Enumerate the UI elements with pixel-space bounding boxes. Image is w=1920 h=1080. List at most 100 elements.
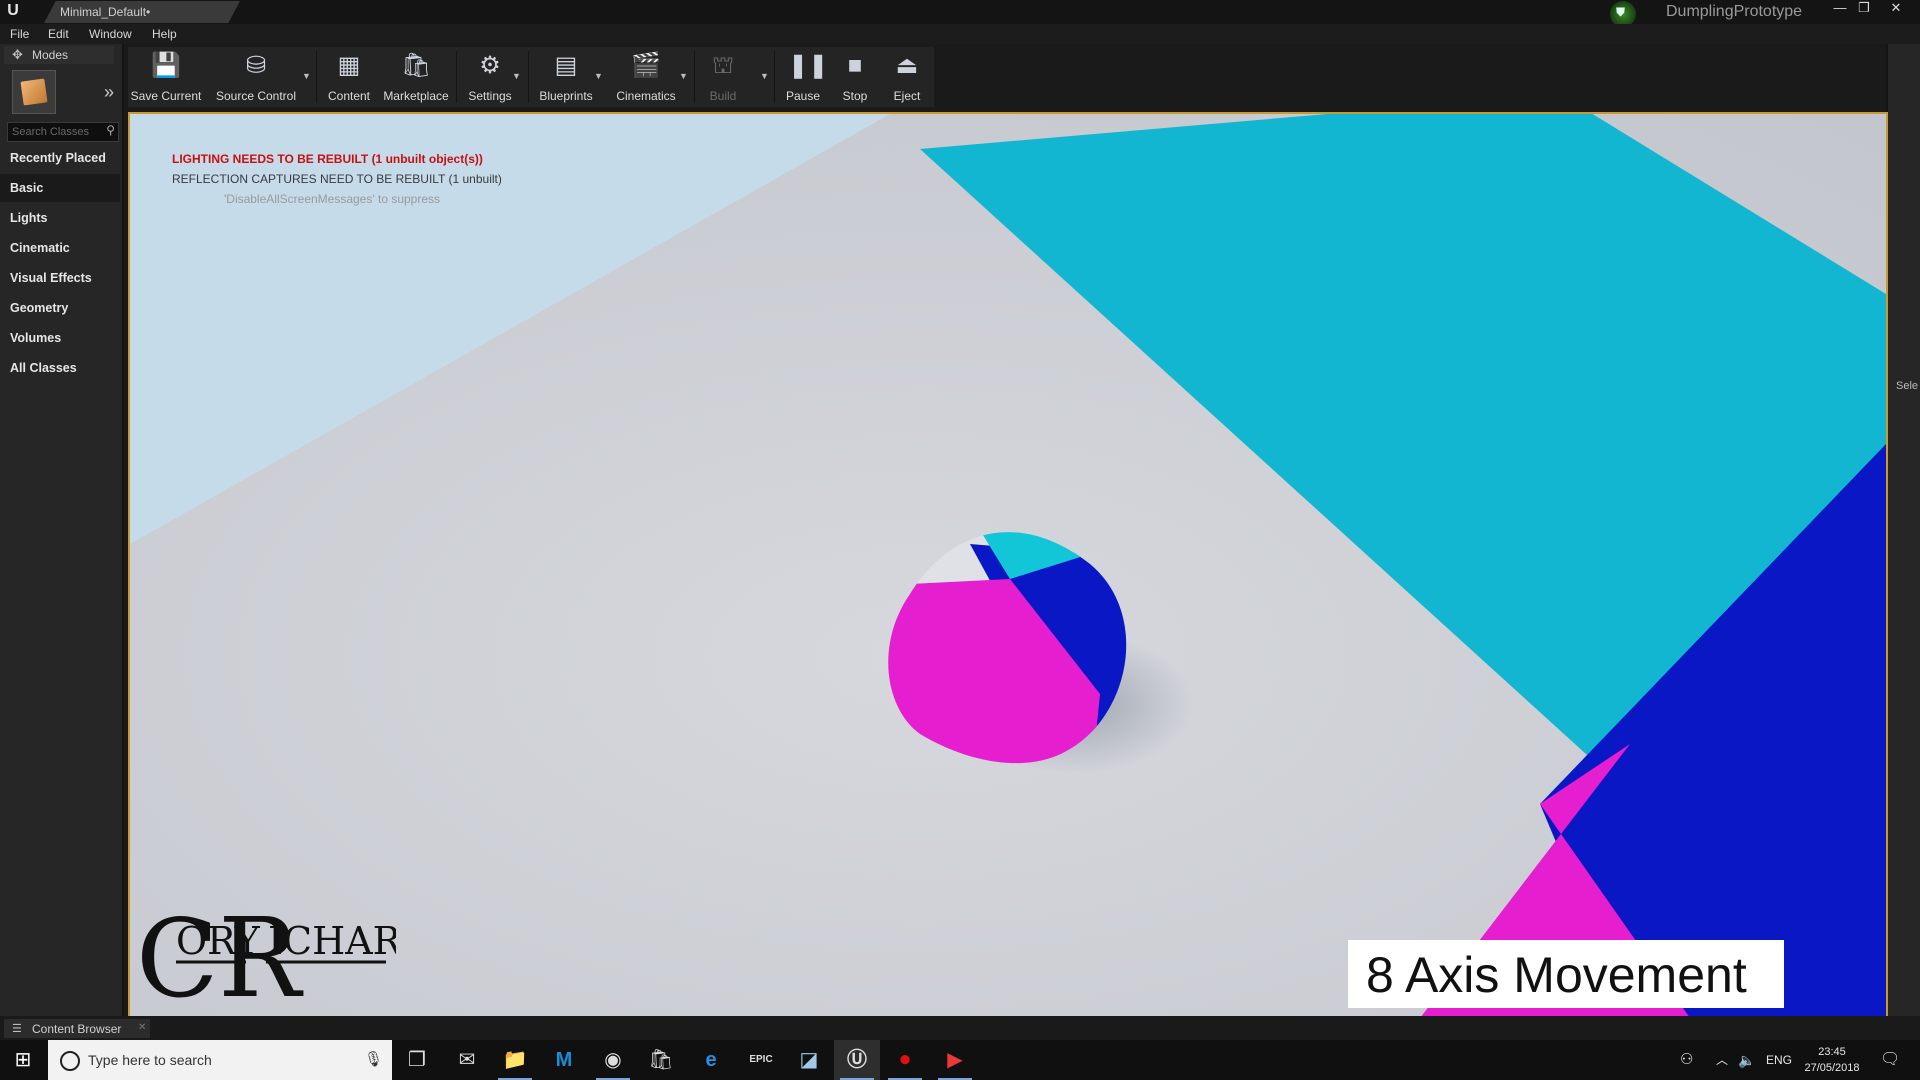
modes-tab-label: Modes — [32, 48, 69, 62]
category-geometry[interactable]: Geometry — [0, 294, 120, 322]
modes-panel: ✥ Modes » ⚲ Recently Placed Basic Lights… — [0, 44, 124, 1016]
clock[interactable]: 23:45 27/05/2018 — [1802, 1044, 1862, 1076]
windows-taskbar: ⊞ 🎙 ❐ ✉ 📁 M ◉ 🛍 e EPIC ◪ Ⓤ ⏺ ▶ ⚇ ︿ 🔈 ENG… — [0, 1040, 1920, 1080]
settings-button[interactable]: ⚙ Settings — [460, 47, 520, 107]
settings-dropdown-icon[interactable]: ▼ — [512, 71, 521, 81]
viewport-scene — [130, 114, 1886, 1018]
minimize-button[interactable]: — — [1828, 0, 1852, 18]
notes-icon[interactable]: ◪ — [786, 1040, 832, 1080]
video-title-text: 8 Axis Movement — [1366, 947, 1747, 1003]
document-tab[interactable]: Minimal_Default• — [44, 1, 240, 23]
cinematics-button[interactable]: 🎬 Cinematics — [612, 47, 680, 107]
epic-games-icon[interactable]: EPIC — [738, 1040, 784, 1080]
document-tab-label: Minimal_Default• — [60, 5, 151, 19]
unreal-logo-icon[interactable]: U — [2, 2, 24, 22]
details-panel-strip: Sele — [1886, 44, 1920, 1016]
category-cinematic[interactable]: Cinematic — [0, 234, 120, 262]
modes-tab[interactable]: ✥ Modes — [4, 46, 114, 64]
windows-start-icon[interactable]: ⊞ — [0, 1040, 46, 1080]
project-name: DumplingPrototype — [1666, 3, 1803, 20]
source-control-dropdown-icon[interactable]: ▼ — [302, 71, 311, 81]
lighting-warning: LIGHTING NEEDS TO BE REBUILT (1 unbuilt … — [172, 152, 483, 166]
source-control-icon: ⛁ — [245, 52, 267, 79]
search-classes-input[interactable] — [12, 124, 100, 139]
chrome-icon[interactable]: ◉ — [590, 1040, 636, 1080]
menu-edit[interactable]: Edit — [48, 27, 69, 41]
malwarebytes-icon[interactable]: M — [541, 1040, 587, 1080]
content-browser-tab[interactable]: ☰ Content Browser ✕ — [4, 1019, 150, 1038]
stop-button[interactable]: ■ Stop — [830, 47, 880, 107]
category-recently-placed[interactable]: Recently Placed — [0, 144, 120, 172]
reflection-warning: REFLECTION CAPTURES NEED TO BE REBUILT (… — [172, 172, 502, 186]
search-icon: ⚲ — [106, 123, 115, 137]
blueprints-button[interactable]: ▤ Blueprints — [532, 47, 600, 107]
mail-icon[interactable]: ✉ — [444, 1040, 490, 1080]
eject-button[interactable]: ⏏ Eject — [882, 47, 932, 107]
title-bar: U Minimal_Default• ⛊ DumplingPrototype —… — [0, 0, 1920, 27]
save-icon: 💾 — [151, 52, 181, 79]
game-viewport[interactable]: LIGHTING NEEDS TO BE REBUILT (1 unbuilt … — [128, 112, 1888, 1020]
save-current-button[interactable]: 💾 Save Current — [128, 47, 204, 107]
volume-icon[interactable]: 🔈 — [1738, 1040, 1755, 1080]
notifications-icon[interactable]: 🗨 — [1880, 1040, 1900, 1080]
content-button[interactable]: ▦ Content — [320, 47, 378, 107]
search-classes-field[interactable]: ⚲ — [7, 122, 119, 142]
category-volumes[interactable]: Volumes — [0, 324, 120, 352]
menu-bar: File Edit Window Help — [0, 24, 1920, 44]
pause-button[interactable]: ❚❚ Pause — [778, 47, 828, 107]
menu-window[interactable]: Window — [89, 27, 132, 41]
cinematics-dropdown-icon[interactable]: ▼ — [679, 71, 688, 81]
people-icon[interactable]: ⚇ — [1680, 1040, 1693, 1080]
video-title-card: 8 Axis Movement — [1348, 940, 1784, 1008]
modes-icon: ✥ — [12, 47, 23, 62]
source-control-button[interactable]: ⛁ Source Control — [212, 47, 300, 107]
task-view-icon[interactable]: ❐ — [394, 1040, 440, 1080]
media-player-icon[interactable]: ▶ — [932, 1040, 978, 1080]
suppress-hint: 'DisableAllScreenMessages' to suppress — [224, 192, 441, 206]
details-label: Sele — [1896, 380, 1919, 392]
edge-icon[interactable]: e — [688, 1040, 734, 1080]
category-all-classes[interactable]: All Classes — [0, 354, 120, 382]
marketplace-button[interactable]: 🛍 Marketplace — [380, 47, 452, 107]
content-browser-icon: ☰ — [12, 1023, 22, 1035]
language-indicator[interactable]: ENG — [1766, 1040, 1792, 1080]
unreal-engine-icon[interactable]: Ⓤ — [834, 1040, 880, 1080]
category-visual-effects[interactable]: Visual Effects — [0, 264, 120, 292]
cory-richards-signature: C ORY R ICHARDS — [136, 894, 396, 1014]
build-dropdown-icon[interactable]: ▼ — [760, 71, 769, 81]
content-browser-label: Content Browser — [32, 1022, 122, 1036]
blueprints-dropdown-icon[interactable]: ▼ — [594, 71, 603, 81]
file-explorer-icon[interactable]: 📁 — [492, 1040, 538, 1080]
marketplace-bag-icon: 🛍 — [401, 52, 432, 79]
expand-chevron-icon[interactable]: » — [104, 82, 114, 103]
cortana-circle-icon — [60, 1051, 80, 1071]
content-browser-bar: ☰ Content Browser ✕ — [0, 1016, 1920, 1040]
tray-chevron-icon[interactable]: ︿ — [1716, 1040, 1728, 1080]
eject-icon: ⏏ — [895, 52, 919, 79]
clock-date: 27/05/2018 — [1804, 1062, 1860, 1074]
taskbar-search-box[interactable]: 🎙 — [48, 1040, 392, 1080]
level-editor-toolbar: 💾 Save Current ⛁ Source Control ▼ ▦ Cont… — [128, 47, 934, 107]
svg-text:ICHARDS: ICHARDS — [268, 919, 396, 963]
taskbar-search-input[interactable] — [88, 1051, 348, 1069]
record-icon[interactable]: ⏺ — [882, 1040, 928, 1080]
blueprints-icon: ▤ — [554, 52, 578, 79]
pause-icon: ❚❚ — [788, 52, 829, 79]
build-icon: ⛫ — [711, 52, 735, 79]
settings-gear-icon: ⚙ — [479, 52, 501, 79]
stop-icon: ■ — [847, 52, 863, 79]
close-tab-icon[interactable]: ✕ — [138, 1022, 146, 1033]
menu-file[interactable]: File — [10, 27, 29, 41]
category-lights[interactable]: Lights — [0, 204, 120, 232]
category-basic[interactable]: Basic — [0, 174, 120, 202]
restore-button[interactable]: ❐ — [1852, 0, 1876, 18]
build-button[interactable]: ⛫ Build — [698, 47, 748, 107]
clapperboard-icon: 🎬 — [631, 52, 661, 79]
store-icon[interactable]: 🛍 — [638, 1040, 684, 1080]
close-button[interactable]: ✕ — [1884, 0, 1908, 18]
place-mode-icon[interactable] — [12, 70, 56, 114]
menu-help[interactable]: Help — [152, 27, 177, 41]
microphone-icon[interactable]: 🎙 — [364, 1050, 383, 1068]
content-grid-icon: ▦ — [337, 52, 361, 79]
clock-time: 23:45 — [1818, 1046, 1846, 1058]
